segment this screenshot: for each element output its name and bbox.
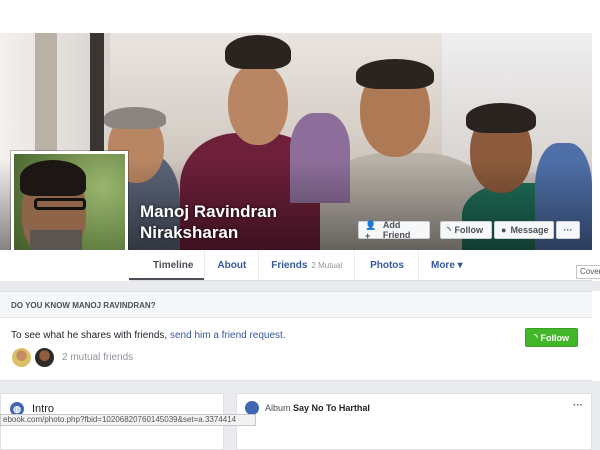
rss-icon: ◝ bbox=[534, 332, 538, 342]
page-avatar-icon[interactable] bbox=[245, 401, 259, 415]
do-you-know-text: To see what he shares with friends, send… bbox=[11, 330, 286, 341]
page-background bbox=[0, 281, 600, 291]
do-you-know-card: DO YOU KNOW MANOJ RAVINDRAN? To see what… bbox=[0, 291, 592, 381]
avatar[interactable] bbox=[11, 347, 32, 368]
send-friend-request-link[interactable]: send him a friend request. bbox=[170, 330, 286, 341]
mutual-friends-avatars[interactable] bbox=[11, 347, 57, 368]
follow-green-label: Follow bbox=[540, 332, 570, 343]
tab-more[interactable]: More ▾ bbox=[419, 250, 475, 280]
tab-photos[interactable]: Photos bbox=[355, 250, 419, 280]
album-post-card: Album Say No To Harthal ··· bbox=[236, 393, 592, 450]
do-you-know-prompt: To see what he shares with friends, bbox=[11, 330, 170, 341]
cover-face bbox=[228, 63, 288, 145]
album-label: Album bbox=[265, 403, 291, 413]
profile-name-line2: Niraksharan bbox=[140, 223, 239, 242]
profile-name-line1: Manoj Ravindran bbox=[140, 202, 277, 221]
tab-timeline[interactable]: Timeline bbox=[129, 250, 206, 280]
follow-green-button[interactable]: ◝ Follow bbox=[525, 328, 578, 347]
cover-hair bbox=[225, 35, 291, 69]
follow-button[interactable]: ◝ Follow bbox=[440, 221, 492, 239]
rss-icon: ◝ bbox=[447, 224, 451, 235]
more-options-label: ··· bbox=[563, 225, 573, 235]
cover-tooltip: Cover bbox=[576, 265, 600, 279]
more-options-button[interactable]: ··· bbox=[556, 221, 580, 239]
tab-about[interactable]: About bbox=[205, 250, 260, 280]
profile-picture-hair bbox=[20, 160, 86, 196]
follow-label: Follow bbox=[454, 225, 484, 235]
add-friend-button[interactable]: 👤+ Add Friend bbox=[358, 219, 430, 241]
avatar[interactable] bbox=[34, 347, 55, 368]
cover-hair bbox=[356, 59, 434, 89]
profile-name[interactable]: Manoj Ravindran Niraksharan bbox=[140, 201, 277, 243]
album-header: Album Say No To Harthal bbox=[265, 403, 370, 413]
do-you-know-heading: DO YOU KNOW MANOJ RAVINDRAN? bbox=[0, 292, 592, 318]
cover-hair bbox=[104, 107, 166, 129]
facebook-profile-page: Manoj Ravindran Niraksharan 👤+ Add Frien… bbox=[0, 0, 600, 450]
tab-about-label: About bbox=[217, 259, 247, 271]
post-options-button[interactable]: ··· bbox=[573, 400, 583, 411]
tab-more-label: More ▾ bbox=[430, 259, 463, 271]
mutual-friends-link[interactable]: 2 mutual friends bbox=[62, 352, 133, 363]
profile-picture-glasses bbox=[34, 198, 86, 210]
album-name-link[interactable]: Say No To Harthal bbox=[293, 403, 370, 413]
message-label: Message bbox=[510, 225, 549, 235]
profile-nav: Timeline About Friends 2 Mutual Photos M… bbox=[129, 250, 592, 281]
cover-hair bbox=[466, 103, 536, 133]
add-friend-icon: 👤+ bbox=[365, 219, 377, 241]
tab-friends-mutual-count: 2 Mutual bbox=[311, 260, 343, 270]
messenger-icon: ● bbox=[501, 225, 507, 235]
nav-left-spacer bbox=[0, 250, 129, 281]
tab-photos-label: Photos bbox=[370, 259, 404, 271]
tab-friends[interactable]: Friends 2 Mutual bbox=[259, 250, 356, 280]
tab-friends-label: Friends bbox=[271, 259, 308, 271]
message-button[interactable]: ● Message bbox=[494, 221, 554, 239]
add-friend-label: Add Friend bbox=[382, 220, 411, 240]
browser-status-url: ebook.com/photo.php?fbid=102068207601450… bbox=[0, 414, 256, 426]
tab-timeline-label: Timeline bbox=[153, 259, 194, 271]
